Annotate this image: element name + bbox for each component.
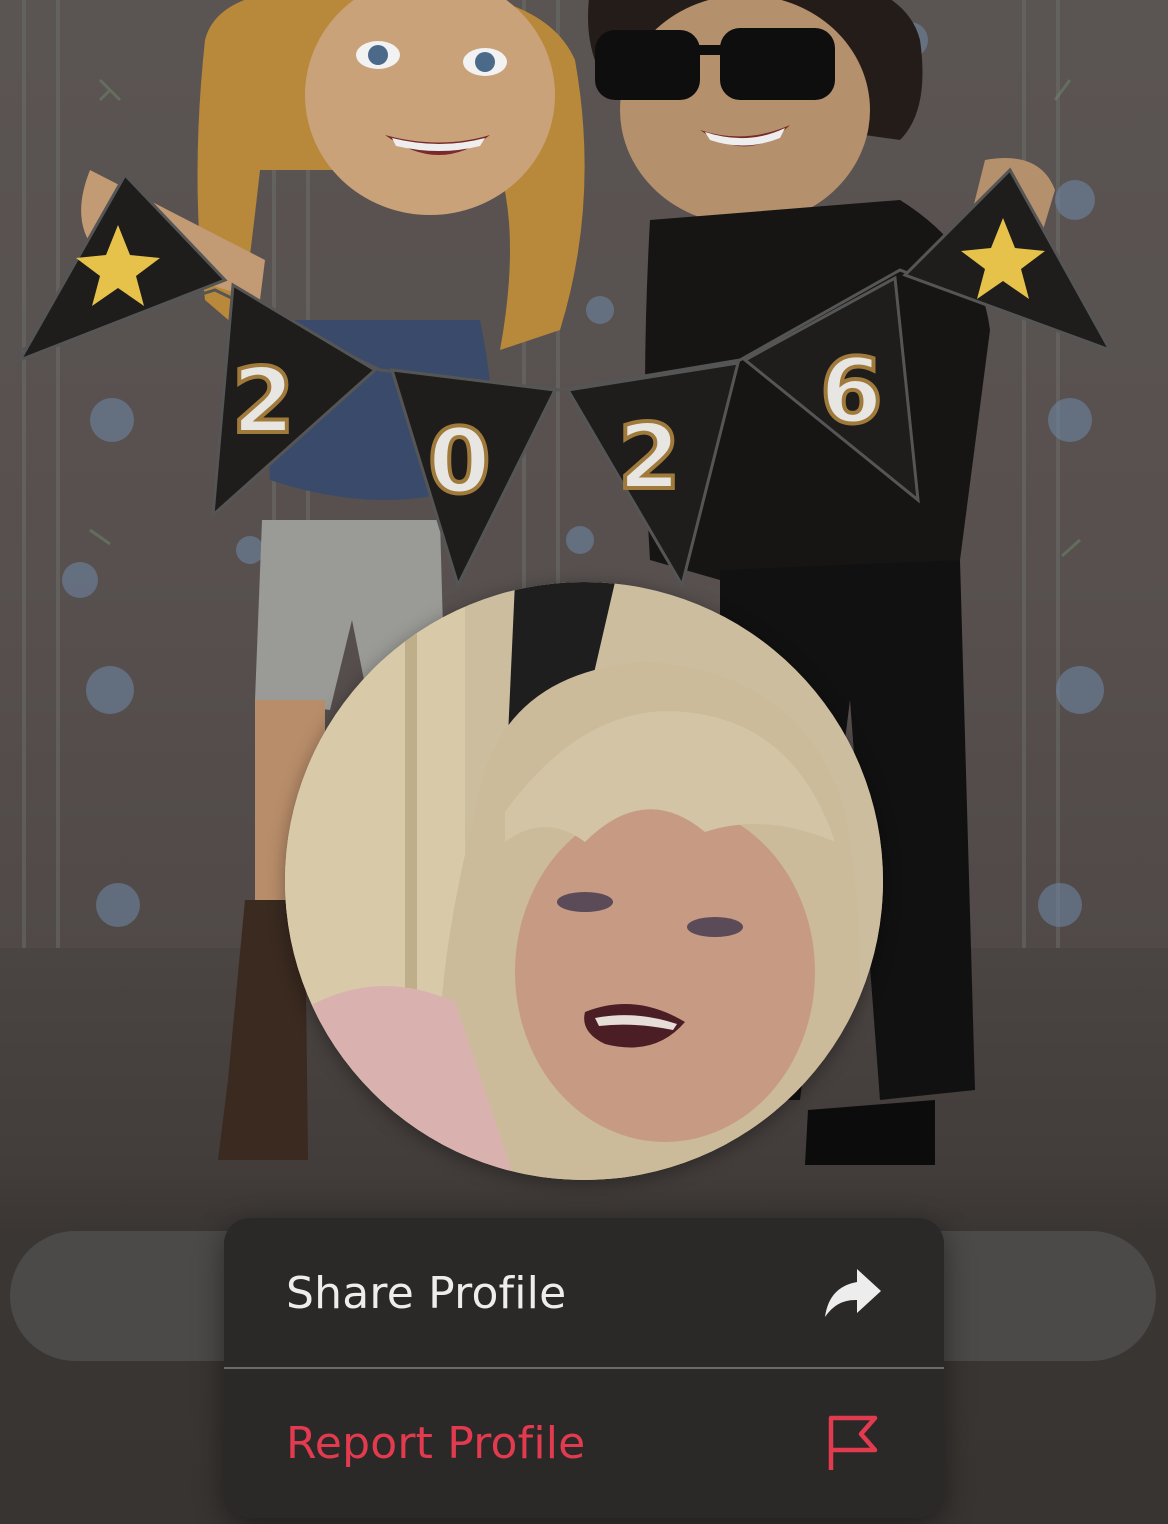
pennant-digit: 2 xyxy=(618,405,681,510)
share-arrow-icon xyxy=(822,1262,884,1324)
report-profile-menu-item[interactable]: Report Profile xyxy=(224,1368,944,1517)
pennant-digit: 0 xyxy=(428,409,491,514)
menu-divider xyxy=(224,1367,944,1369)
profile-screen: 2 0 2 6 Share Profile Report Profile xyxy=(0,0,1168,1524)
pennant-digit: 6 xyxy=(820,339,883,444)
share-profile-label: Share Profile xyxy=(286,1268,567,1319)
profile-photo[interactable] xyxy=(285,582,883,1180)
report-profile-label: Report Profile xyxy=(286,1418,586,1469)
profile-photo-image xyxy=(285,582,883,1180)
pennant-digit: 2 xyxy=(232,349,295,454)
share-profile-menu-item[interactable]: Share Profile xyxy=(224,1218,944,1367)
flag-icon xyxy=(822,1412,884,1474)
